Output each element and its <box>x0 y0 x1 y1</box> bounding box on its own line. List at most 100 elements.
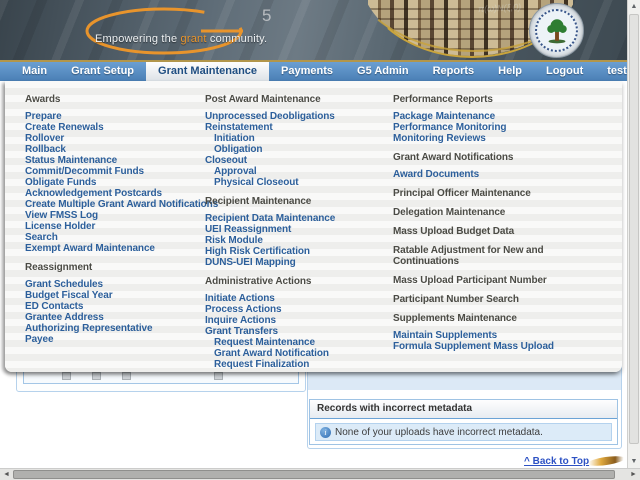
menu-link-maintain-supplements[interactable]: Maintain Supplements <box>393 330 568 341</box>
g5-logo-five: 5 <box>262 6 272 25</box>
menu-link-rollback[interactable]: Rollback <box>25 144 200 155</box>
menu-link-grant-award-notification[interactable]: Grant Award Notification <box>205 348 390 359</box>
menu-link-exempt-award-maintenance[interactable]: Exempt Award Maintenance <box>25 243 200 254</box>
scroll-left-arrow-icon[interactable]: ◄ <box>0 469 13 480</box>
nav-item-grant-maintenance[interactable]: Grant Maintenance <box>146 62 270 81</box>
menu-link-create-renewals[interactable]: Create Renewals <box>25 122 200 133</box>
seal-inner-ring <box>535 9 578 52</box>
menu-link-request-maintenance[interactable]: Request Maintenance <box>205 337 390 348</box>
info-icon: i <box>320 426 331 438</box>
back-to-top-link[interactable]: ^ Back to Top <box>524 456 589 467</box>
menu-column-3: Performance Reports Package Maintenance Pe… <box>393 86 568 352</box>
menu-group-header-supplements-maintenance: Supplements Maintenance <box>393 313 517 324</box>
menu-link-risk-module[interactable]: Risk Module <box>205 235 390 246</box>
toolbar-glyph <box>122 372 131 380</box>
records-panel-body: i None of your uploads have incorrect me… <box>310 419 617 445</box>
menu-link-approval[interactable]: Approval <box>205 166 390 177</box>
menu-link-duns-uei-mapping[interactable]: DUNS-UEI Mapping <box>205 257 390 268</box>
menu-link-view-fmss-log[interactable]: View FMSS Log <box>25 210 200 221</box>
menu-group-header-ratable-adjustment-for-new-and-continuations: Ratable Adjustment for New and Continuat… <box>393 245 544 267</box>
nav-item-payments[interactable]: Payments <box>269 62 345 81</box>
menu-link-grant-schedules[interactable]: Grant Schedules <box>25 279 200 290</box>
menu-link-ed-contacts[interactable]: ED Contacts <box>25 301 200 312</box>
menu-link-payee[interactable]: Payee <box>25 334 200 345</box>
nav-bar: Main Grant Setup Grant Maintenance Payments… <box>0 60 633 81</box>
menu-link-performance-monitoring[interactable]: Performance Monitoring <box>393 122 568 133</box>
scroll-down-arrow-icon[interactable]: ▼ <box>628 455 640 468</box>
menu-column-1: Awards Prepare Create Renewals Rollover Roll… <box>25 86 218 345</box>
records-panel-title: Records with incorrect metadata <box>310 400 617 419</box>
toolbar-glyph <box>214 372 223 380</box>
menu-column-2: Post Award Maintenance Unprocessed Deobli… <box>205 86 390 370</box>
records-metadata-panel: Records with incorrect metadata i None o… <box>309 399 618 445</box>
nav-item-grant-setup[interactable]: Grant Setup <box>59 62 146 81</box>
menu-link-grantee-address[interactable]: Grantee Address <box>25 312 200 323</box>
menu-group-header-delegation-maintenance: Delegation Maintenance <box>393 207 506 218</box>
tagline: Empowering the grant community. <box>95 33 267 45</box>
menu-link-award-documents[interactable]: Award Documents <box>393 169 568 180</box>
tagline-suffix: community. <box>206 33 268 45</box>
nav-item-g5-admin[interactable]: G5 Admin <box>345 62 421 81</box>
menu-link-grant-transfers[interactable]: Grant Transfers <box>205 326 390 337</box>
nav-item-help[interactable]: Help <box>486 62 534 81</box>
menu-link-authorizing-representative[interactable]: Authorizing Representative <box>25 323 200 334</box>
tagline-highlight: grant <box>180 33 207 45</box>
menu-group-header-participant-number-search: Participant Number Search <box>393 294 519 305</box>
menu-group-header-administrative-actions: Administrative Actions <box>205 276 312 287</box>
menu-link-formula-supplement-mass-upload[interactable]: Formula Supplement Mass Upload <box>393 341 568 352</box>
menu-link-physical-closeout[interactable]: Physical Closeout <box>205 177 390 188</box>
menu-link-inquire-actions[interactable]: Inquire Actions <box>205 315 390 326</box>
menu-group-header-performance-reports: Performance Reports <box>393 94 493 105</box>
g5-application-window: π(ω)N(ξ,0) 5 Empowering the grant commun… <box>0 0 640 480</box>
tagline-prefix: Empowering the <box>95 33 181 45</box>
horizontal-scrollbar[interactable]: ◄ ► <box>0 468 640 480</box>
toolbar-glyph <box>92 372 101 380</box>
grant-maintenance-menu: Awards Prepare Create Renewals Rollover Roll… <box>5 81 622 372</box>
menu-link-prepare[interactable]: Prepare <box>25 111 200 122</box>
nav-item-main[interactable]: Main <box>10 62 59 81</box>
menu-group-header-principal-officer-maintenance: Principal Officer Maintenance <box>393 188 531 199</box>
menu-group-header-mass-upload-budget-data: Mass Upload Budget Data <box>393 226 515 237</box>
menu-link-commit-decommit-funds[interactable]: Commit/Decommit Funds <box>25 166 200 177</box>
horizontal-scrollbar-thumb[interactable] <box>13 470 615 479</box>
menu-link-request-finalization[interactable]: Request Finalization <box>205 359 390 370</box>
menu-link-license-holder[interactable]: License Holder <box>25 221 200 232</box>
menu-link-initiate-actions[interactable]: Initiate Actions <box>205 293 390 304</box>
menu-link-monitoring-reviews[interactable]: Monitoring Reviews <box>393 133 568 144</box>
menu-link-create-multiple-grant-award-notifications[interactable]: Create Multiple Grant Award Notification… <box>25 199 218 210</box>
menu-group-header-recipient-maintenance: Recipient Maintenance <box>205 196 312 207</box>
menu-link-package-maintenance[interactable]: Package Maintenance <box>393 111 568 122</box>
menu-link-rollover[interactable]: Rollover <box>25 133 200 144</box>
menu-link-budget-fiscal-year[interactable]: Budget Fiscal Year <box>25 290 200 301</box>
menu-group-header-reassignment: Reassignment <box>25 262 93 273</box>
menu-group-header-mass-upload-participant-number: Mass Upload Participant Number <box>393 275 547 286</box>
toolbar-glyph <box>62 372 71 380</box>
menu-link-initiation[interactable]: Initiation <box>205 133 390 144</box>
menu-group-header-awards: Awards <box>25 94 61 105</box>
menu-link-high-risk-certification[interactable]: High Risk Certification <box>205 246 390 257</box>
menu-link-acknowledgement-postcards[interactable]: Acknowledgement Postcards <box>25 188 200 199</box>
menu-link-unprocessed-deobligations[interactable]: Unprocessed Deobligations <box>205 111 390 122</box>
menu-link-recipient-data-maintenance[interactable]: Recipient Data Maintenance <box>205 213 390 224</box>
scroll-up-arrow-icon[interactable]: ▲ <box>628 0 640 13</box>
menu-link-closeout[interactable]: Closeout <box>205 155 390 166</box>
menu-group-header-grant-award-notifications: Grant Award Notifications <box>393 152 514 163</box>
scroll-right-arrow-icon[interactable]: ► <box>627 469 640 480</box>
menu-link-status-maintenance[interactable]: Status Maintenance <box>25 155 200 166</box>
department-of-education-seal <box>529 3 584 58</box>
vertical-scrollbar[interactable]: ▲ ▼ <box>627 0 640 468</box>
banner: π(ω)N(ξ,0) 5 Empowering the grant commun… <box>0 0 627 60</box>
menu-link-obligate-funds[interactable]: Obligate Funds <box>25 177 200 188</box>
menu-link-obligation[interactable]: Obligation <box>205 144 390 155</box>
seal-tree-icon <box>546 18 567 43</box>
menu-link-search[interactable]: Search <box>25 232 200 243</box>
menu-link-reinstatement[interactable]: Reinstatement <box>205 122 390 133</box>
records-message-bar: i None of your uploads have incorrect me… <box>315 423 612 441</box>
nav-item-logout[interactable]: Logout <box>534 62 595 81</box>
nav-item-reports[interactable]: Reports <box>421 62 487 81</box>
vertical-scrollbar-thumb[interactable] <box>629 14 639 444</box>
menu-link-process-actions[interactable]: Process Actions <box>205 304 390 315</box>
records-message-text: None of your uploads have incorrect meta… <box>335 426 543 438</box>
menu-link-uei-reassignment[interactable]: UEI Reassignment <box>205 224 390 235</box>
menu-group-header-post-award-maintenance: Post Award Maintenance <box>205 94 321 105</box>
